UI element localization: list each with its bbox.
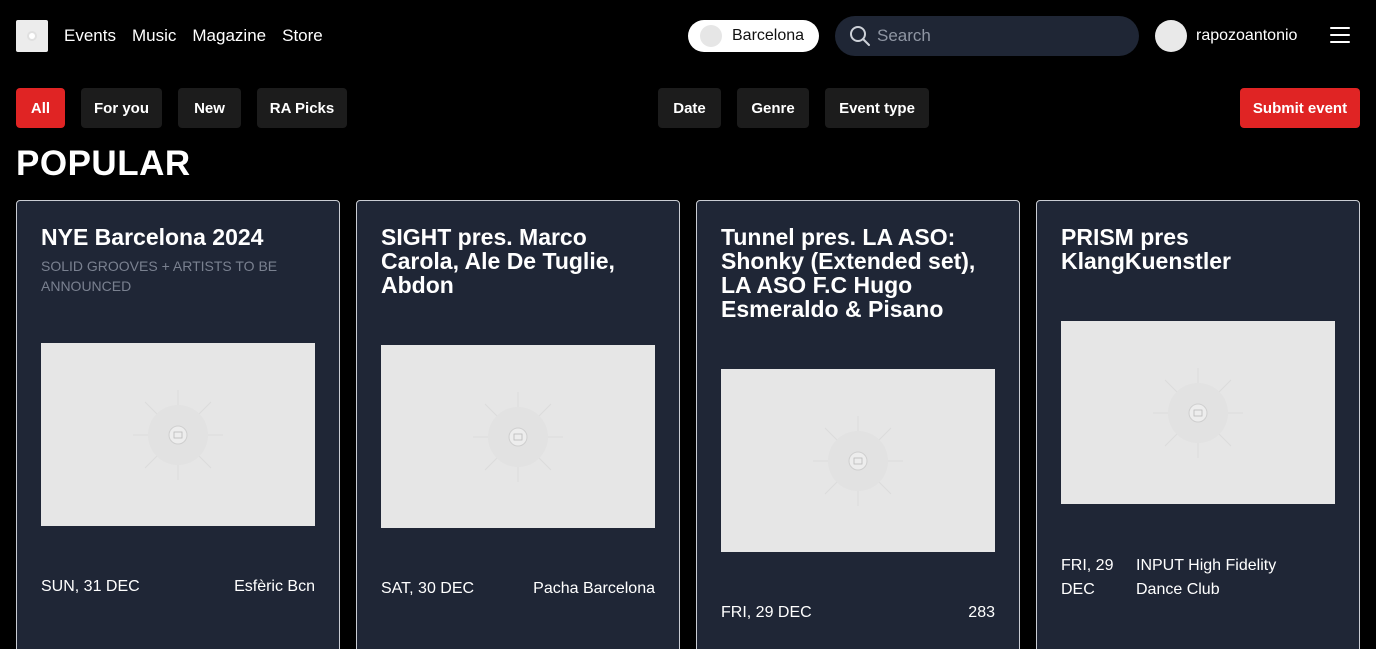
ra-logo-icon[interactable] <box>16 20 48 52</box>
event-title[interactable]: Tunnel pres. LA ASO: Shonky (Extended se… <box>721 225 1001 321</box>
search-icon <box>850 26 870 46</box>
event-type-filter-dropdown[interactable]: Event type <box>825 88 929 128</box>
event-date: SUN, 31 DEC <box>41 578 140 595</box>
hamburger-menu-icon[interactable] <box>1330 27 1350 45</box>
user-profile-button[interactable]: rapozoantonio <box>1155 20 1297 52</box>
filter-tab-for-you[interactable]: For you <box>81 88 162 128</box>
filter-tab-ra-picks[interactable]: RA Picks <box>257 88 347 128</box>
username-label: rapozoantonio <box>1196 27 1298 44</box>
nav-link-store[interactable]: Store <box>282 26 323 46</box>
filter-tab-all[interactable]: All <box>16 88 65 128</box>
search-input[interactable] <box>877 26 1117 46</box>
top-navigation: Events Music Magazine Store Barcelona ra… <box>0 0 1376 72</box>
image-placeholder-icon <box>1153 367 1243 458</box>
image-placeholder-icon <box>813 415 903 506</box>
event-card[interactable]: NYE Barcelona 2024 SOLID GROOVES + ARTIS… <box>16 200 340 649</box>
image-placeholder-icon <box>473 391 563 482</box>
event-title[interactable]: SIGHT pres. Marco Carola, Ale De Tuglie,… <box>381 225 661 297</box>
event-date: SAT, 30 DEC <box>381 580 475 597</box>
event-title[interactable]: PRISM pres KlangKuenstler <box>1061 225 1341 273</box>
event-venue[interactable]: 283 <box>968 604 995 622</box>
globe-icon <box>700 25 722 47</box>
event-image[interactable] <box>1061 321 1335 504</box>
date-filter-dropdown[interactable]: Date <box>658 88 721 128</box>
event-venue[interactable]: INPUT High Fidelity Dance Club <box>1136 554 1306 602</box>
main-nav: Events Music Magazine Store <box>64 26 323 46</box>
event-subtitle: SOLID GROOVES + ARTISTS TO BE ANNOUNCED <box>41 258 278 294</box>
event-card[interactable]: Tunnel pres. LA ASO: Shonky (Extended se… <box>696 200 1020 649</box>
event-image[interactable] <box>381 345 655 528</box>
event-date: FRI, 29 DEC <box>721 604 812 621</box>
event-image[interactable] <box>41 343 315 526</box>
avatar <box>1155 20 1187 52</box>
city-selector-button[interactable]: Barcelona <box>688 20 819 52</box>
section-title: POPULAR <box>16 144 191 183</box>
image-placeholder-icon <box>133 389 223 480</box>
event-card[interactable]: PRISM pres KlangKuenstler FRI, 29 DEC IN… <box>1036 200 1360 649</box>
nav-link-events[interactable]: Events <box>64 26 116 46</box>
event-image[interactable] <box>721 369 995 552</box>
search-bar[interactable] <box>835 16 1139 56</box>
event-venue[interactable]: Esfèric Bcn <box>234 578 315 596</box>
city-label: Barcelona <box>732 27 805 44</box>
nav-link-music[interactable]: Music <box>132 26 176 46</box>
genre-filter-dropdown[interactable]: Genre <box>737 88 809 128</box>
submit-event-button[interactable]: Submit event <box>1240 88 1360 128</box>
event-venue[interactable]: Pacha Barcelona <box>533 580 655 598</box>
event-date: FRI, 29 DEC <box>1061 557 1114 598</box>
filter-tab-new[interactable]: New <box>178 88 241 128</box>
event-card[interactable]: SIGHT pres. Marco Carola, Ale De Tuglie,… <box>356 200 680 649</box>
event-title[interactable]: NYE Barcelona 2024 <box>41 225 321 249</box>
nav-link-magazine[interactable]: Magazine <box>192 26 266 46</box>
